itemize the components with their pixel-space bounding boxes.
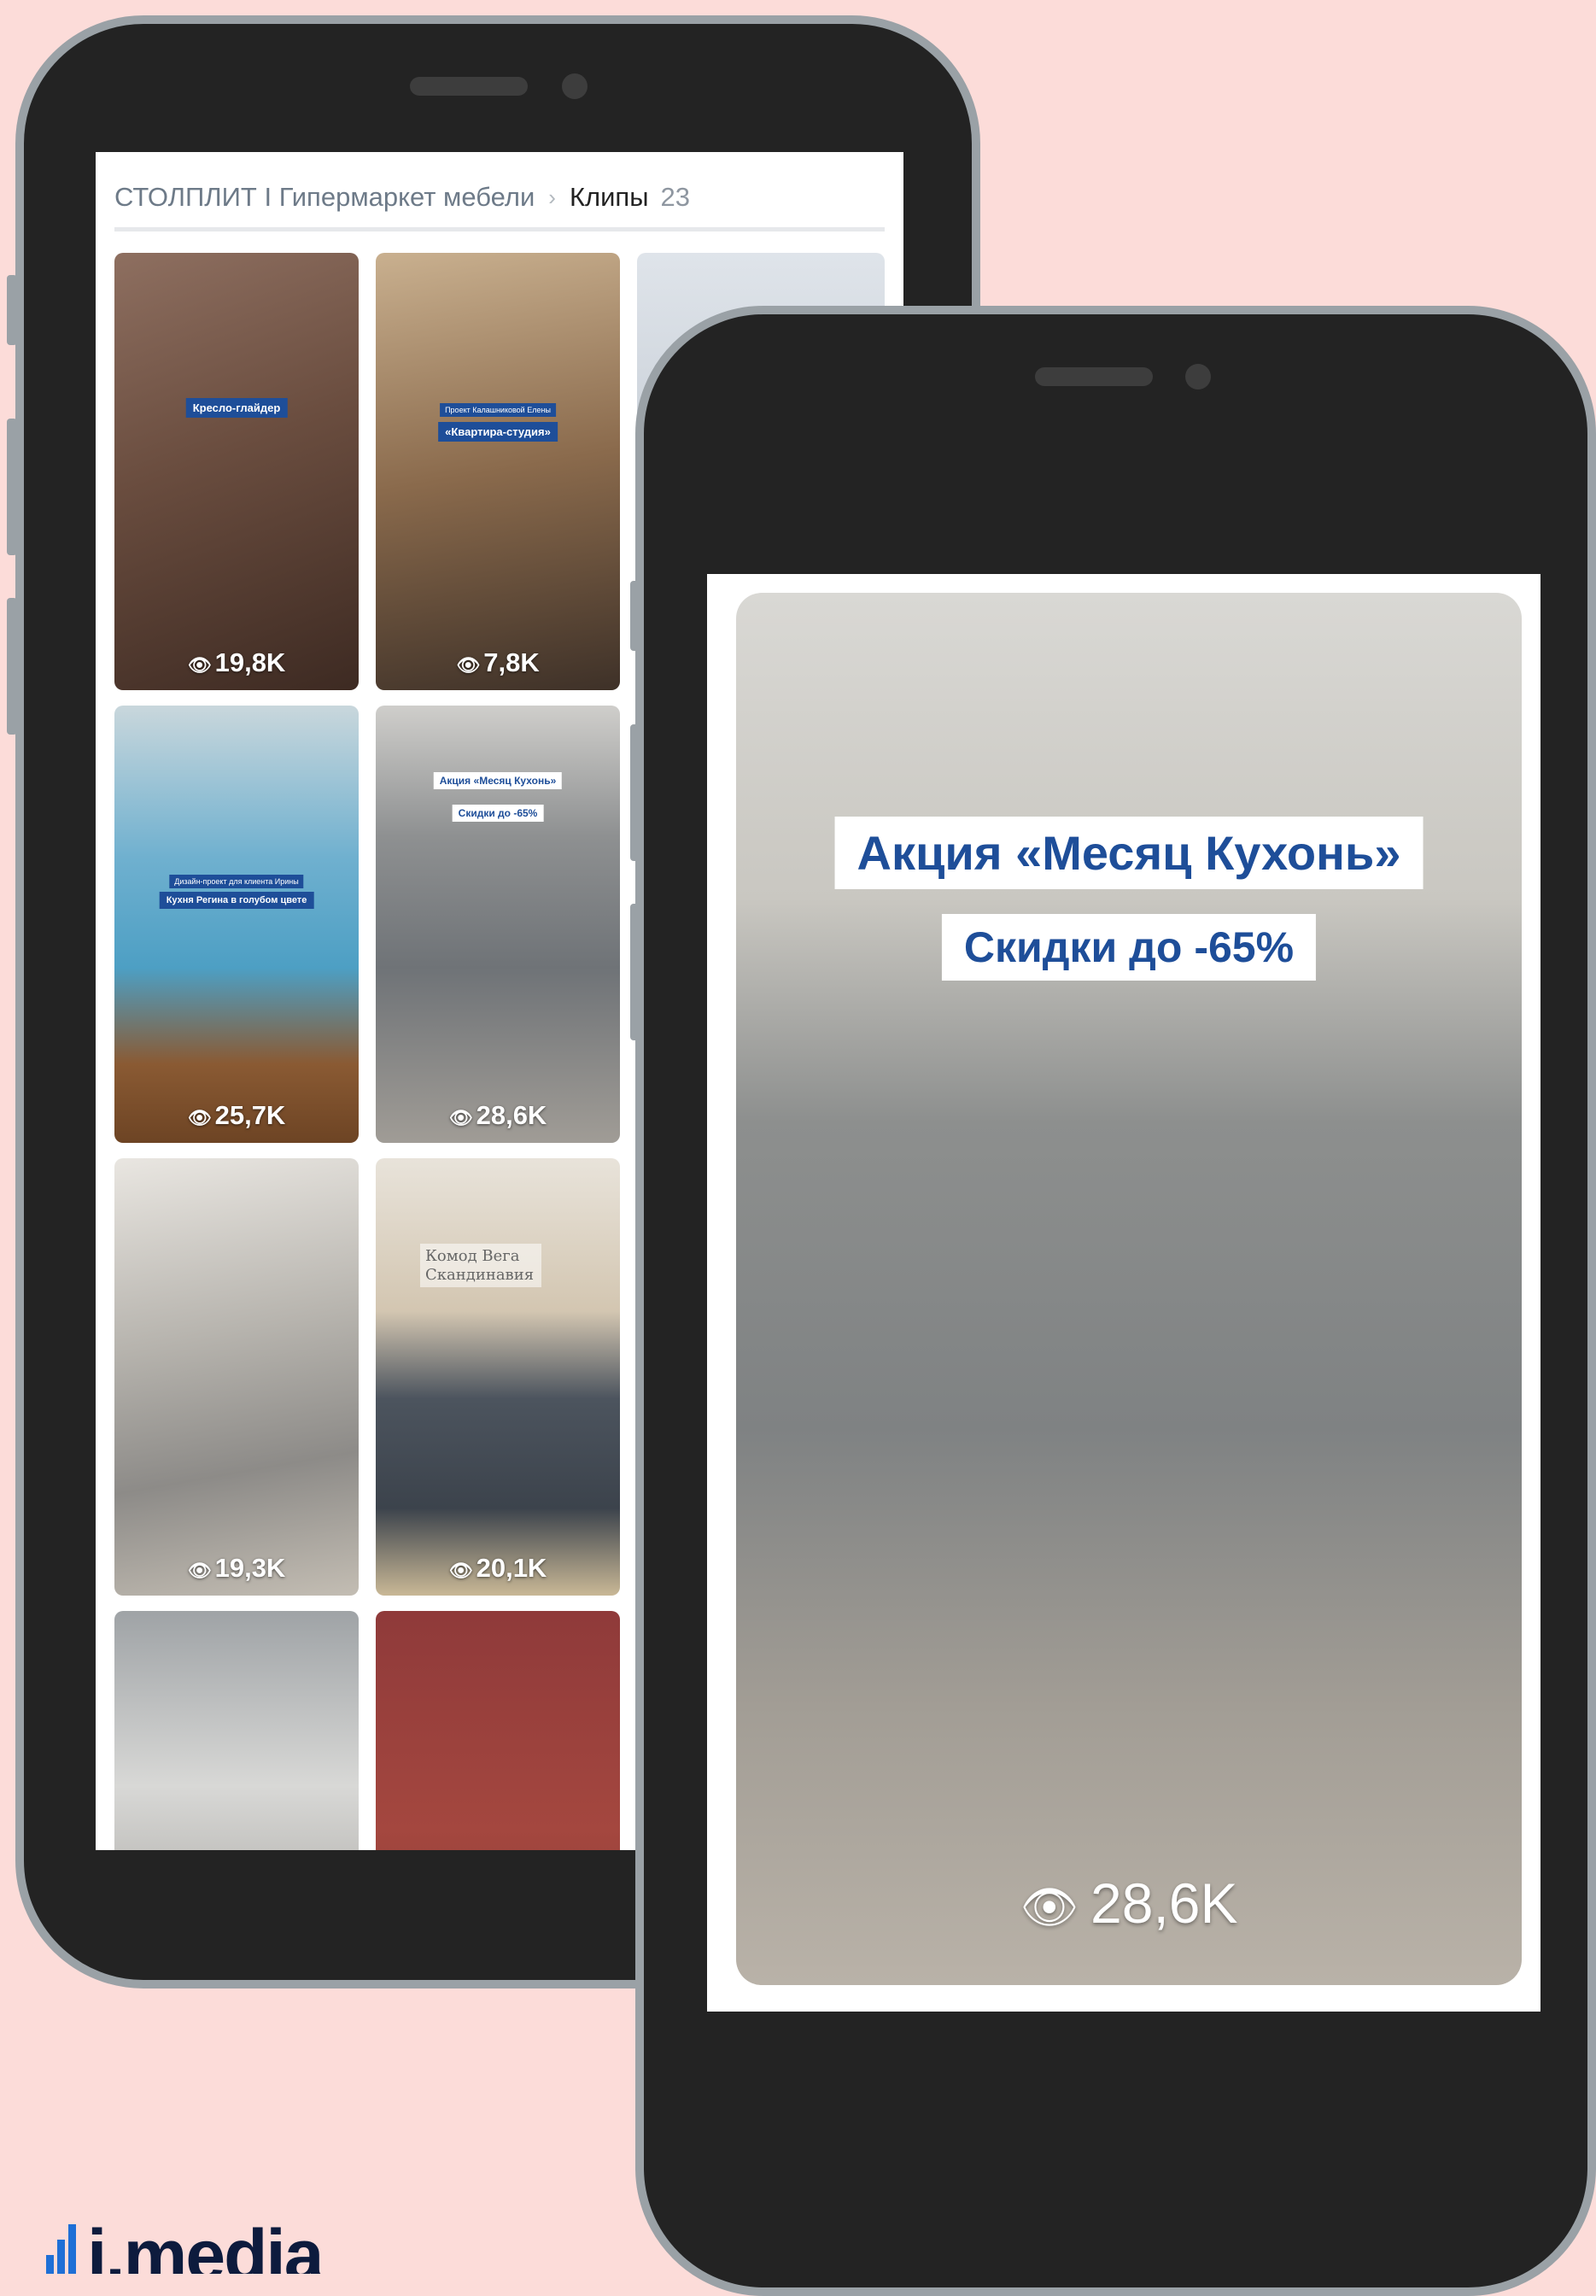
clip-tile[interactable]: Дизайн-проект для клиента Ирины Кухня Ре…: [114, 706, 359, 1143]
clip-views: 👁 25,7K: [187, 1100, 286, 1130]
clip-badge: Акция «Месяц Кухонь»: [433, 772, 563, 789]
eye-icon: 👁: [187, 1107, 212, 1128]
phone-camera: [1185, 364, 1211, 390]
eye-icon: 👁: [448, 1560, 473, 1581]
clip-caption: Комод Вега Скандинавия: [420, 1244, 541, 1288]
clip-video[interactable]: Акция «Месяц Кухонь» Скидки до -65% 👁 28,…: [736, 593, 1522, 1985]
phone-side-button: [630, 581, 640, 651]
breadcrumb-section: Клипы: [569, 182, 649, 212]
brand-logo-text: i.media: [87, 2224, 324, 2274]
phone-volume-down-button: [630, 904, 640, 1040]
eye-icon: 👁: [1020, 1882, 1079, 1933]
clip-badge-sub: Скидки до -65%: [452, 805, 544, 822]
phone-volume-up-button: [630, 724, 640, 861]
brand-logo: i.media: [46, 2224, 405, 2274]
clips-count: 23: [660, 182, 690, 212]
clip-tile[interactable]: Комод Вега Скандинавия 👁 20,1K: [376, 1158, 620, 1596]
clip-detail-screen: Акция «Месяц Кухонь» Скидки до -65% 👁 28,…: [707, 574, 1540, 2012]
phone-side-button: [7, 275, 17, 345]
clip-views: 👁 7,8K: [456, 647, 540, 677]
clip-view-count: 👁 28,6K: [1020, 1871, 1238, 1935]
breadcrumb-community-link[interactable]: СТОЛПЛИТ I Гипермаркет мебели: [114, 182, 535, 213]
eye-icon: 👁: [187, 1560, 212, 1581]
clip-subtitle: Скидки до -65%: [941, 914, 1317, 981]
clip-badge: Кухня Регина в голубом цвете: [159, 892, 314, 909]
phone-speaker: [410, 77, 528, 96]
eye-icon: 👁: [448, 1107, 473, 1128]
clip-badge: Кресло-глайдер: [185, 398, 288, 418]
clip-views: 👁 19,8K: [187, 647, 286, 677]
clip-views: 👁 28,6K: [448, 1100, 547, 1130]
clip-views: 👁 19,3K: [187, 1553, 286, 1583]
phone-volume-up-button: [7, 419, 17, 555]
clip-tile[interactable]: Кресло-глайдер 👁 19,8K: [114, 253, 359, 690]
clip-tile[interactable]: Проект Калашниковой Елены «Квартира-студ…: [376, 253, 620, 690]
clip-badge-small: Проект Калашниковой Елены: [440, 403, 556, 417]
eye-icon: 👁: [456, 654, 481, 676]
clip-tile[interactable]: Акция «Месяц Кухонь» Скидки до -65% 👁 28,…: [376, 706, 620, 1143]
clip-badge-small: Дизайн-проект для клиента Ирины: [169, 875, 304, 888]
clip-badge: «Квартира-студия»: [438, 422, 558, 442]
clip-tile[interactable]: 👁 19,3K: [114, 1158, 359, 1596]
phone-camera: [562, 73, 588, 99]
chevron-right-icon: ›: [548, 184, 556, 210]
bar-chart-icon: [46, 2224, 76, 2274]
clip-tile[interactable]: [376, 1611, 620, 1850]
clip-title: Акция «Месяц Кухонь»: [834, 817, 1424, 889]
phone-volume-down-button: [7, 598, 17, 735]
clip-tile[interactable]: [114, 1611, 359, 1850]
clip-views: 👁 20,1K: [448, 1553, 547, 1583]
eye-icon: 👁: [187, 654, 212, 676]
phone-speaker: [1035, 367, 1153, 386]
breadcrumb: СТОЛПЛИТ I Гипермаркет мебели › Клипы 23: [114, 167, 885, 231]
